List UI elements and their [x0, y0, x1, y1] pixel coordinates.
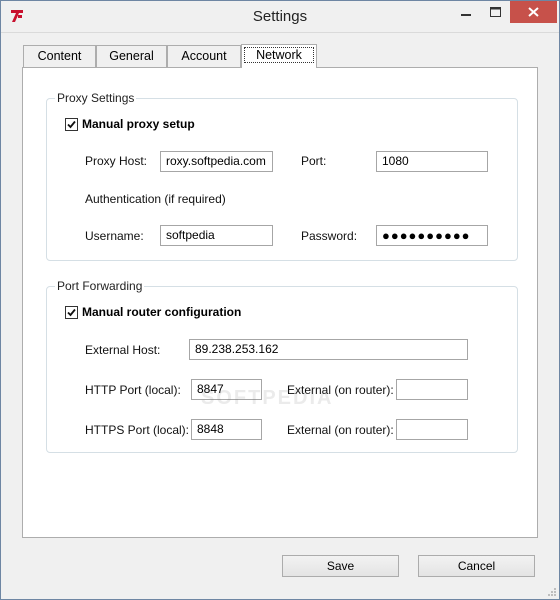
- softpedia-watermark: SOFTPEDIA: [201, 387, 334, 409]
- settings-window: Settings Content General Account Network…: [0, 0, 560, 600]
- minimize-icon: [461, 14, 471, 16]
- checkmark-icon: [67, 308, 76, 317]
- external-host-input[interactable]: 89.238.253.162: [189, 339, 468, 360]
- manual-router-checkbox[interactable]: [65, 306, 78, 319]
- proxy-host-label: Proxy Host:: [85, 154, 148, 168]
- title-bar[interactable]: Settings: [1, 1, 559, 33]
- tab-account-label: Account: [181, 49, 227, 63]
- proxy-settings-legend: Proxy Settings: [55, 91, 137, 105]
- username-label: Username:: [85, 229, 144, 243]
- https-port-label: HTTPS Port (local):: [85, 423, 190, 437]
- tab-content[interactable]: Content: [23, 45, 96, 67]
- password-label: Password:: [301, 229, 358, 243]
- close-icon: [528, 7, 539, 17]
- proxy-host-input[interactable]: roxy.softpedia.com: [160, 151, 273, 172]
- https-port-input[interactable]: 8848: [191, 419, 262, 440]
- tab-network[interactable]: Network: [241, 44, 317, 68]
- resize-grip-icon[interactable]: [547, 587, 557, 597]
- checkmark-icon: [67, 120, 76, 129]
- external-host-label: External Host:: [85, 343, 161, 357]
- cancel-button[interactable]: Cancel: [418, 555, 535, 577]
- tab-general[interactable]: General: [96, 45, 167, 67]
- password-input[interactable]: ●●●●●●●●●●: [376, 225, 488, 246]
- tab-network-label: Network: [244, 47, 314, 63]
- http-external-input[interactable]: [396, 379, 468, 400]
- https-external-label: External (on router):: [287, 423, 394, 437]
- save-button[interactable]: Save: [282, 555, 399, 577]
- port-forwarding-legend: Port Forwarding: [55, 279, 145, 293]
- manual-router-label[interactable]: Manual router configuration: [82, 305, 241, 319]
- proxy-port-input[interactable]: 1080: [376, 151, 488, 172]
- tab-account[interactable]: Account: [167, 45, 241, 67]
- close-button[interactable]: [510, 1, 557, 23]
- https-external-input[interactable]: [396, 419, 468, 440]
- tab-panel-network: Proxy Settings Manual proxy setup Proxy …: [22, 67, 538, 538]
- proxy-port-label: Port:: [301, 154, 327, 168]
- authentication-label: Authentication (if required): [85, 192, 226, 206]
- manual-proxy-label[interactable]: Manual proxy setup: [82, 117, 195, 131]
- maximize-icon: [489, 7, 501, 17]
- minimize-button[interactable]: [452, 1, 480, 23]
- tab-general-label: General: [109, 49, 154, 63]
- manual-proxy-checkbox[interactable]: [65, 118, 78, 131]
- tab-content-label: Content: [37, 49, 82, 63]
- maximize-button[interactable]: [481, 1, 509, 23]
- http-port-label: HTTP Port (local):: [85, 383, 181, 397]
- username-input[interactable]: softpedia: [160, 225, 273, 246]
